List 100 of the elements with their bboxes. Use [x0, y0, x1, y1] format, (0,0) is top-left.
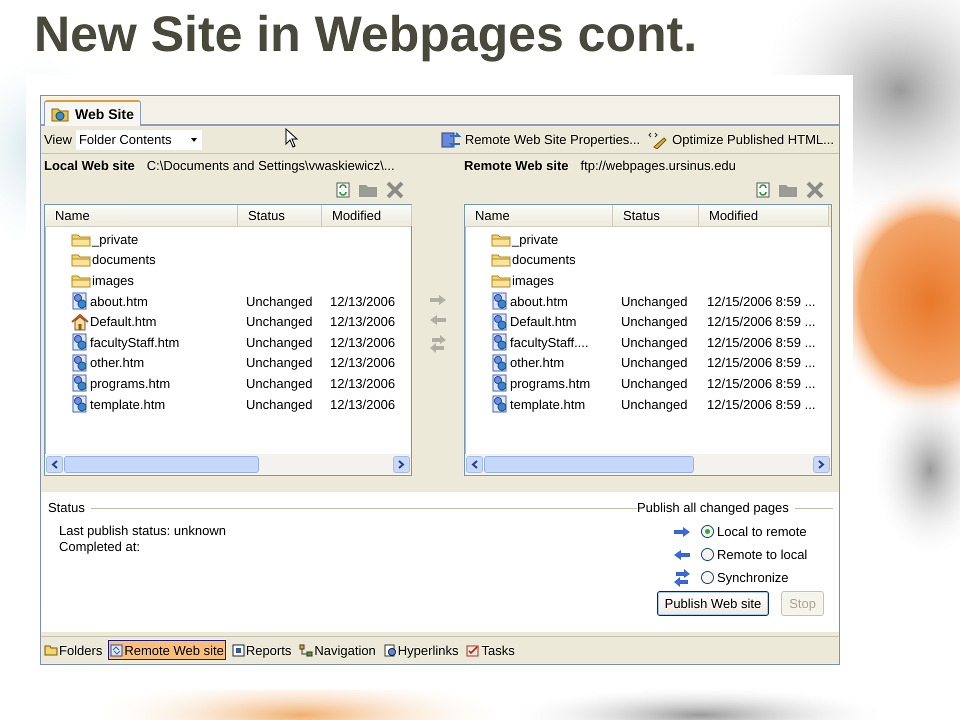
- task-list-icon: [466, 644, 480, 656]
- web-page-icon: [491, 292, 509, 310]
- modified-cell: 12/15/2006 8:59 ...: [707, 355, 816, 370]
- folder-icon[interactable]: [778, 182, 798, 198]
- file-name[interactable]: other.htm: [90, 355, 144, 370]
- file-name[interactable]: documents: [92, 252, 156, 268]
- view-tab[interactable]: Remote Web site: [108, 640, 226, 660]
- report-icon: [232, 644, 245, 656]
- horizontal-scrollbar[interactable]: [45, 454, 411, 475]
- radio-option[interactable]: Remote to local: [701, 547, 808, 562]
- view-tab[interactable]: Hyperlinks: [382, 640, 460, 660]
- column-header[interactable]: Name: [45, 205, 238, 226]
- file-name[interactable]: facultyStaff.htm: [90, 334, 180, 350]
- status-cell: Unchanged: [246, 355, 312, 370]
- file-name[interactable]: _private: [512, 232, 558, 247]
- status-text: Last publish status: unknown: [59, 523, 227, 539]
- file-name[interactable]: template.htm: [90, 396, 166, 412]
- web-page-icon: [71, 292, 89, 310]
- site-path: C:\Documents and Settings\vwaskiewicz\...: [146, 158, 395, 172]
- code-brush-icon: [648, 130, 668, 148]
- status-text: Completed at:: [59, 539, 141, 555]
- globe-folder-icon: [51, 106, 69, 122]
- scroll-left-icon: [51, 460, 58, 469]
- view-dropdown[interactable]: Folder Contents: [76, 130, 202, 150]
- delete-icon[interactable]: [386, 181, 404, 199]
- file-name[interactable]: images: [92, 272, 134, 288]
- file-name[interactable]: about.htm: [90, 294, 148, 309]
- horizontal-scrollbar[interactable]: [465, 454, 831, 475]
- house-icon: [71, 312, 89, 331]
- file-name[interactable]: template.htm: [510, 396, 586, 412]
- file-name[interactable]: Default.htm: [90, 314, 156, 330]
- two-way-arrows-icon[interactable]: [429, 334, 447, 354]
- status-cell: Unchanged: [621, 376, 688, 391]
- refresh-icon[interactable]: [336, 182, 350, 198]
- modified-cell: 12/13/2006: [330, 355, 396, 370]
- web-page-icon: [71, 333, 89, 352]
- status-cell: Unchanged: [621, 334, 688, 350]
- left-arrow-icon: [673, 548, 691, 560]
- view-tab[interactable]: Navigation: [297, 640, 378, 660]
- left-arrow-icon[interactable]: [429, 314, 447, 326]
- file-name[interactable]: _private: [92, 232, 138, 247]
- modified-cell: 12/13/2006: [330, 396, 396, 412]
- status-cell: Unchanged: [621, 396, 688, 412]
- modified-cell: 12/13/2006: [330, 376, 396, 391]
- web-page-icon: [491, 333, 509, 352]
- file-name[interactable]: documents: [512, 252, 576, 268]
- web-page-icon: [491, 395, 509, 414]
- web-page-icon: [71, 354, 89, 372]
- radio-option[interactable]: Local to remote: [701, 524, 807, 539]
- refresh-icon[interactable]: [756, 182, 770, 198]
- right-arrow-icon[interactable]: [429, 294, 447, 306]
- scroll-right-icon: [818, 460, 825, 469]
- status-cell: Unchanged: [246, 314, 312, 330]
- view-tab[interactable]: Reports: [230, 640, 294, 660]
- file-name[interactable]: Default.htm: [510, 314, 576, 330]
- column-header[interactable]: Modified: [322, 205, 412, 226]
- two-way-arrows-icon: [673, 568, 691, 588]
- pane-label: Local Web site: [44, 158, 135, 172]
- column-header[interactable]: Status: [238, 205, 322, 226]
- modified-cell: 12/13/2006: [330, 334, 396, 350]
- file-name[interactable]: programs.htm: [90, 376, 170, 391]
- pointer-icon: [285, 128, 299, 148]
- web-page-icon: [71, 374, 89, 392]
- column-header[interactable]: Status: [613, 205, 699, 226]
- modified-cell: 12/15/2006 8:59 ...: [707, 314, 816, 330]
- file-name[interactable]: programs.htm: [510, 376, 590, 391]
- web-site-tab[interactable]: Web Site: [44, 100, 141, 126]
- radio-option[interactable]: Synchronize: [701, 570, 789, 585]
- modified-cell: 12/15/2006 8:59 ...: [707, 294, 816, 309]
- web-page-icon: [491, 354, 509, 372]
- view-tab[interactable]: Folders: [42, 640, 104, 660]
- folder-icon: [491, 272, 511, 288]
- folder-icon[interactable]: [358, 182, 378, 198]
- status-cell: Unchanged: [246, 294, 312, 309]
- publish-button[interactable]: Publish Web site: [656, 591, 770, 616]
- modified-cell: 12/15/2006 8:59 ...: [707, 334, 816, 350]
- view-label: View: [44, 132, 72, 147]
- status-cell: Unchanged: [246, 334, 312, 350]
- server-arrows-icon: [440, 130, 461, 148]
- folder-icon: [71, 272, 91, 288]
- delete-icon[interactable]: [806, 181, 824, 199]
- scroll-right-icon: [398, 460, 405, 469]
- view-tab[interactable]: Tasks: [464, 640, 517, 660]
- web-page-icon: [491, 374, 509, 392]
- site-path: ftp://webpages.ursinus.edu: [580, 158, 736, 172]
- status-cell: Unchanged: [246, 396, 312, 412]
- file-name[interactable]: about.htm: [510, 294, 568, 309]
- web-page-icon: [71, 395, 89, 414]
- status-cell: Unchanged: [621, 314, 688, 330]
- file-name[interactable]: facultyStaff....: [510, 334, 589, 350]
- column-header[interactable]: Modified: [699, 205, 829, 226]
- status-heading: Status: [48, 500, 85, 515]
- hyperlink-icon: [384, 644, 397, 656]
- file-name[interactable]: images: [512, 272, 554, 288]
- folder-icon: [491, 252, 511, 268]
- toolbar-button[interactable]: Remote Web Site Properties...: [438, 130, 642, 148]
- column-header[interactable]: Name: [465, 205, 613, 226]
- toolbar-button[interactable]: Optimize Published HTML...: [646, 130, 836, 148]
- slide-title: New Site in Webpages cont.: [34, 5, 698, 64]
- file-name[interactable]: other.htm: [510, 355, 564, 370]
